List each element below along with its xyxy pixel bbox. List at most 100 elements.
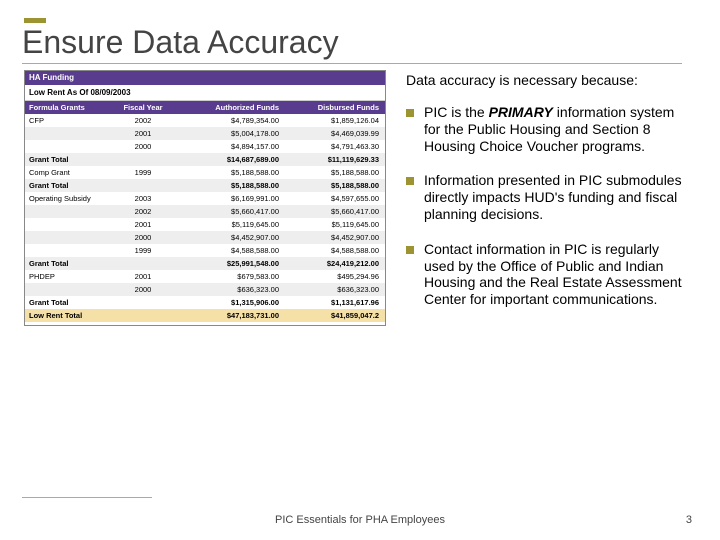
cell xyxy=(25,127,113,140)
cell xyxy=(25,218,113,231)
cell xyxy=(113,153,173,166)
table-row: Comp Grant1999$5,188,588.00$5,188,588.00 xyxy=(25,166,385,179)
col-disbursed: Disbursed Funds xyxy=(283,101,383,114)
cell: $6,169,991.00 xyxy=(173,192,283,205)
cell: $11,119,629.33 xyxy=(283,153,383,166)
page-number: 3 xyxy=(686,514,692,526)
cell: $4,588,588.00 xyxy=(173,244,283,257)
table-row: 2000$4,894,157.00$4,791,463.30 xyxy=(25,140,385,153)
cell: $5,188,588.00 xyxy=(173,166,283,179)
cell: 2000 xyxy=(113,140,173,153)
table-row: PHDEP2001$679,583.00$495,294.96 xyxy=(25,270,385,283)
cell xyxy=(25,244,113,257)
bullet-item: PIC is the PRIMARY information system fo… xyxy=(406,104,690,154)
cell xyxy=(113,296,173,309)
bullet-list: PIC is the PRIMARY information system fo… xyxy=(406,104,690,308)
cell: $4,789,354.00 xyxy=(173,114,283,127)
square-bullet-icon xyxy=(406,177,414,185)
bullet-text: PIC is the PRIMARY information system fo… xyxy=(424,104,690,154)
table-row: 2001$5,004,178.00$4,469,039.99 xyxy=(25,127,385,140)
cell: $4,597,655.00 xyxy=(283,192,383,205)
cell: $25,991,548.00 xyxy=(173,257,283,270)
cell: Low Rent Total xyxy=(25,309,113,322)
cell xyxy=(25,283,113,296)
bullet-item: Information presented in PIC submodules … xyxy=(406,172,690,222)
intro-text: Data accuracy is necessary because: xyxy=(406,72,690,88)
bullet-item: Contact information in PIC is regularly … xyxy=(406,241,690,308)
cell: $4,791,463.30 xyxy=(283,140,383,153)
cell: 2002 xyxy=(113,205,173,218)
cell: $495,294.96 xyxy=(283,270,383,283)
cell: Grant Total xyxy=(25,179,113,192)
cell: $1,859,126.04 xyxy=(283,114,383,127)
cell: $24,419,212.00 xyxy=(283,257,383,270)
cell: $4,452,907.00 xyxy=(173,231,283,244)
cell: 2002 xyxy=(113,114,173,127)
cell: 2000 xyxy=(113,283,173,296)
square-bullet-icon xyxy=(406,109,414,117)
cell: Grant Total xyxy=(25,257,113,270)
table-row: Grant Total $5,188,588.00$5,188,588.00 xyxy=(25,179,385,192)
cell xyxy=(25,231,113,244)
cell: $41,859,047.2 xyxy=(283,309,383,322)
cell: PHDEP xyxy=(25,270,113,283)
cell: $636,323.00 xyxy=(283,283,383,296)
cell: 2001 xyxy=(113,218,173,231)
table-row: 1999$4,588,588.00$4,588,588.00 xyxy=(25,244,385,257)
square-bullet-icon xyxy=(406,246,414,254)
cell: $5,188,588.00 xyxy=(173,179,283,192)
cell: 2003 xyxy=(113,192,173,205)
table-row: 2001$5,119,645.00$5,119,645.00 xyxy=(25,218,385,231)
cell xyxy=(113,257,173,270)
col-formula-grants: Formula Grants xyxy=(25,101,113,114)
text-column: Data accuracy is necessary because: PIC … xyxy=(406,70,696,326)
cell: 1999 xyxy=(113,244,173,257)
cell: $5,188,588.00 xyxy=(283,166,383,179)
cell: $1,131,617.96 xyxy=(283,296,383,309)
footer-text: PIC Essentials for PHA Employees xyxy=(0,514,720,526)
cell: $679,583.00 xyxy=(173,270,283,283)
cell: Grant Total xyxy=(25,296,113,309)
bullet-text: Contact information in PIC is regularly … xyxy=(424,241,690,308)
cell: $14,687,689.00 xyxy=(173,153,283,166)
table-row: CFP2002$4,789,354.00$1,859,126.04 xyxy=(25,114,385,127)
cell: $4,469,039.99 xyxy=(283,127,383,140)
cell: $1,315,906.00 xyxy=(173,296,283,309)
bullet-text: Information presented in PIC submodules … xyxy=(424,172,690,222)
table-row: Grant Total $25,991,548.00$24,419,212.00 xyxy=(25,257,385,270)
cell: 2001 xyxy=(113,127,173,140)
table-subheader: Low Rent As Of 08/09/2003 xyxy=(25,85,385,102)
cell: $5,119,645.00 xyxy=(283,218,383,231)
slide-title: Ensure Data Accuracy xyxy=(22,24,694,61)
cell: $5,004,178.00 xyxy=(173,127,283,140)
table-body: CFP2002$4,789,354.00$1,859,126.042001$5,… xyxy=(25,114,385,322)
cell: Operating Subsidy xyxy=(25,192,113,205)
cell: CFP xyxy=(25,114,113,127)
cell xyxy=(113,309,173,322)
cell: $5,119,645.00 xyxy=(173,218,283,231)
cell: $636,323.00 xyxy=(173,283,283,296)
cell: $5,660,417.00 xyxy=(173,205,283,218)
cell: $47,183,731.00 xyxy=(173,309,283,322)
cell: $5,188,588.00 xyxy=(283,179,383,192)
title-accent xyxy=(24,18,46,23)
table-row: 2000$636,323.00$636,323.00 xyxy=(25,283,385,296)
cell: 2000 xyxy=(113,231,173,244)
cell xyxy=(25,205,113,218)
col-authorized: Authorized Funds xyxy=(173,101,283,114)
cell: $4,894,157.00 xyxy=(173,140,283,153)
table-row: Low Rent Total $47,183,731.00$41,859,047.… xyxy=(25,309,385,322)
cell: 1999 xyxy=(113,166,173,179)
footer-rule xyxy=(22,497,152,498)
table-row: Operating Subsidy2003$6,169,991.00$4,597… xyxy=(25,192,385,205)
slide: Ensure Data Accuracy HA Funding Low Rent… xyxy=(0,0,720,326)
table-colhead: Formula Grants Fiscal Year Authorized Fu… xyxy=(25,101,385,114)
cell xyxy=(25,140,113,153)
table-row: Grant Total $1,315,906.00$1,131,617.96 xyxy=(25,296,385,309)
table-header: HA Funding xyxy=(25,71,385,85)
content-row: HA Funding Low Rent As Of 08/09/2003 For… xyxy=(24,70,696,326)
table-row: Grant Total$14,687,689.00$11,119,629.33 xyxy=(25,153,385,166)
cell: $5,660,417.00 xyxy=(283,205,383,218)
funding-table: HA Funding Low Rent As Of 08/09/2003 For… xyxy=(24,70,386,326)
col-fiscal-year: Fiscal Year xyxy=(113,101,173,114)
